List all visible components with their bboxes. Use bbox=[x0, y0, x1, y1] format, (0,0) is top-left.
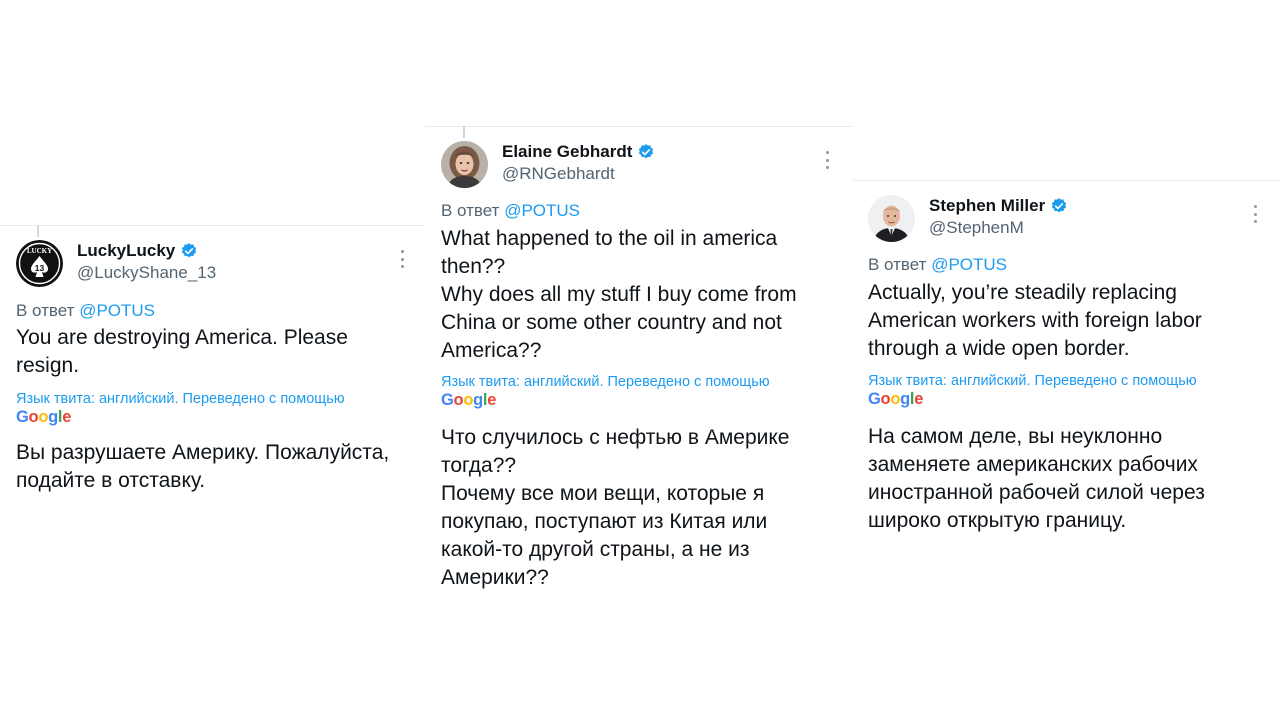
reply-mention-link[interactable]: @POTUS bbox=[79, 301, 155, 320]
translation-attribution[interactable]: Язык твита: английский. Переведено с пом… bbox=[16, 391, 345, 407]
display-name[interactable]: LuckyLucky bbox=[77, 241, 175, 261]
divider bbox=[425, 126, 853, 127]
google-logo: Google bbox=[441, 391, 497, 409]
thread-connector bbox=[37, 225, 39, 237]
verified-badge-icon bbox=[1052, 198, 1067, 213]
tweet-text: What happened to the oil in america then… bbox=[441, 227, 797, 362]
reply-mention-link[interactable]: @POTUS bbox=[931, 255, 1007, 274]
lucky-13-logo-icon: LUCKY 13 bbox=[16, 240, 63, 287]
more-options-icon[interactable] bbox=[1253, 205, 1257, 223]
handle[interactable]: @StephenM bbox=[929, 218, 1024, 238]
author-row: Elaine Gebhardt bbox=[502, 142, 655, 162]
google-logo: Google bbox=[868, 390, 924, 408]
woman-portrait-icon bbox=[441, 141, 488, 188]
svg-text:13: 13 bbox=[35, 263, 45, 273]
svg-text:LUCKY: LUCKY bbox=[27, 247, 52, 255]
translated-text: На самом деле, вы неуклонно заменяете ам… bbox=[868, 425, 1205, 532]
reply-context: В ответ @POTUS bbox=[16, 301, 155, 321]
reply-prefix: В ответ bbox=[441, 201, 500, 220]
more-options-icon[interactable] bbox=[825, 151, 829, 169]
verified-badge-icon bbox=[639, 144, 654, 159]
tweet-card-1: LUCKY 13 LuckyLucky @LuckyShane_13 В отв… bbox=[0, 225, 425, 525]
reply-mention-link[interactable]: @POTUS bbox=[504, 201, 580, 220]
translation-attribution[interactable]: Язык твита: английский. Переведено с пом… bbox=[441, 374, 770, 390]
reply-prefix: В ответ bbox=[16, 301, 75, 320]
reply-context: В ответ @POTUS bbox=[868, 255, 1007, 275]
man-portrait-icon bbox=[868, 195, 915, 242]
google-logo: Google bbox=[16, 408, 72, 426]
tweet-text: Actually, you’re steadily replacing Amer… bbox=[868, 281, 1202, 360]
display-name[interactable]: Elaine Gebhardt bbox=[502, 142, 632, 162]
tweet-card-2: Elaine Gebhardt @RNGebhardt В ответ @POT… bbox=[425, 126, 853, 606]
translated-text: Что случилось с нефтью в Америке тогда??… bbox=[441, 426, 790, 589]
handle[interactable]: @LuckyShane_13 bbox=[77, 263, 216, 283]
translated-text: Вы разрушаете Америку. Пожалуйста, подай… bbox=[16, 441, 390, 492]
verified-badge-icon bbox=[182, 243, 197, 258]
avatar[interactable]: LUCKY 13 bbox=[16, 240, 63, 287]
reply-context: В ответ @POTUS bbox=[441, 201, 580, 221]
avatar[interactable] bbox=[441, 141, 488, 188]
divider bbox=[0, 225, 425, 226]
author-row: Stephen Miller bbox=[929, 196, 1068, 216]
tweet-text: You are destroying America. Please resig… bbox=[16, 326, 348, 377]
more-options-icon[interactable] bbox=[400, 250, 404, 268]
handle[interactable]: @RNGebhardt bbox=[502, 164, 615, 184]
display-name[interactable]: Stephen Miller bbox=[929, 196, 1045, 216]
thread-connector bbox=[463, 126, 465, 138]
author-row: LuckyLucky bbox=[77, 241, 198, 261]
tweet-card-3: Stephen Miller @StephenM В ответ @POTUS … bbox=[853, 180, 1280, 560]
avatar[interactable] bbox=[868, 195, 915, 242]
translation-attribution[interactable]: Язык твита: английский. Переведено с пом… bbox=[868, 373, 1197, 389]
reply-prefix: В ответ bbox=[868, 255, 927, 274]
divider bbox=[853, 180, 1280, 181]
